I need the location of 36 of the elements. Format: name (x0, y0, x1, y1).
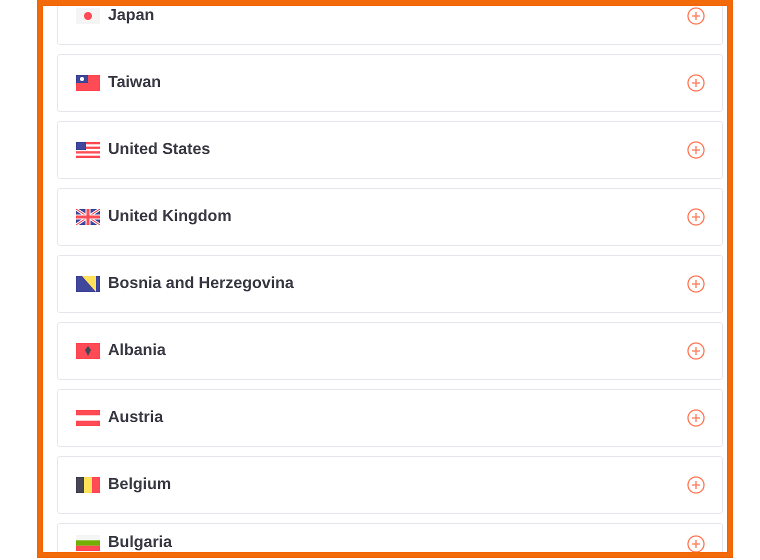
country-row[interactable]: Bulgaria (57, 523, 723, 552)
country-name: Taiwan (108, 73, 162, 93)
add-icon[interactable] (687, 74, 705, 92)
country-row[interactable]: Taiwan (57, 54, 723, 112)
country-name: Albania (108, 341, 166, 361)
add-icon[interactable] (687, 342, 705, 360)
country-name: Bosnia and Herzegovina (108, 274, 294, 294)
flag-icon (76, 535, 100, 551)
country-name: Austria (108, 408, 164, 428)
flag-icon (76, 142, 100, 158)
flag-icon (76, 276, 100, 292)
flag-icon (76, 8, 100, 24)
country-row[interactable]: Belgium (57, 456, 723, 514)
country-name: Belgium (108, 475, 172, 495)
add-icon[interactable] (687, 141, 705, 159)
flag-icon (76, 75, 100, 91)
country-row[interactable]: United States (57, 121, 723, 179)
country-name: United Kingdom (108, 207, 232, 227)
add-icon[interactable] (687, 476, 705, 494)
country-row[interactable]: Japan (57, 6, 723, 45)
flag-icon (76, 477, 100, 493)
country-name: Japan (108, 6, 154, 26)
add-icon[interactable] (687, 208, 705, 226)
add-icon[interactable] (687, 409, 705, 427)
country-name: Bulgaria (108, 535, 172, 551)
country-row[interactable]: Bosnia and Herzegovina (57, 255, 723, 313)
add-icon[interactable] (687, 275, 705, 293)
country-name: United States (108, 140, 210, 160)
flag-icon (76, 343, 100, 359)
add-icon[interactable] (687, 7, 705, 25)
country-row[interactable]: Austria (57, 389, 723, 447)
country-row[interactable]: Albania (57, 322, 723, 380)
country-row[interactable]: United Kingdom (57, 188, 723, 246)
add-icon[interactable] (687, 535, 705, 552)
flag-icon (76, 410, 100, 426)
flag-icon (76, 209, 100, 225)
